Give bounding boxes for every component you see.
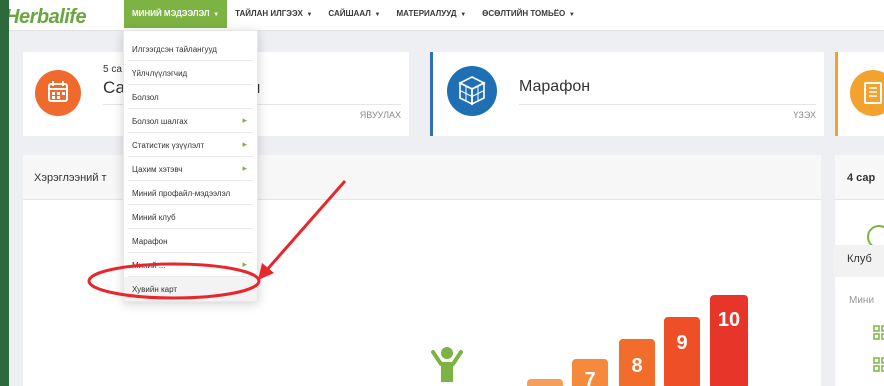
step-7: 7 <box>572 359 608 386</box>
menu-item-my-more[interactable]: Миний ... ▸ <box>124 253 257 277</box>
app-window: BOT Herbalife МИНИЙ МЭДЭЭЛЭЛ ▼ ТАЙЛАН ИЛ… <box>9 0 884 386</box>
step-10: 10 <box>710 295 748 386</box>
chevron-right-icon: ▸ <box>242 259 247 269</box>
step-8: 8 <box>619 339 655 386</box>
menu-item-marathon[interactable]: Марафон <box>124 229 257 253</box>
step-label: 10 <box>718 309 740 331</box>
menu-item-label: Миний профайл-мэдээлэл <box>132 189 231 198</box>
menu-item-check-conditions[interactable]: Болзол шалгах ▸ <box>124 109 257 133</box>
menu-item-label: Илгээгдсэн тайлангууд <box>132 45 217 54</box>
menu-item-my-profile[interactable]: Миний профайл-мэдээлэл <box>124 181 257 205</box>
menu-item-label: Цахим хэтэвч <box>132 165 183 174</box>
chevron-right-icon: ▸ <box>242 115 247 125</box>
step-bar <box>527 379 563 386</box>
my-info-dropdown-menu: Илгээгдсэн тайлангууд Үйлчлүүлэгчид Болз… <box>123 30 258 302</box>
menu-item-label: Болзол шалгах <box>132 117 188 126</box>
menu-item-label: Үйлчлүүлэгчид <box>132 69 188 78</box>
menu-item-personal-card[interactable]: Хувийн карт <box>124 277 257 301</box>
step-label: 9 <box>676 332 687 354</box>
step-9: 9 <box>664 317 700 386</box>
step-label: 7 <box>584 369 595 386</box>
menu-item-label: Миний клуб <box>132 213 176 222</box>
menu-item-label: Миний ... <box>132 261 166 270</box>
menu-item-my-club[interactable]: Миний клуб <box>124 205 257 229</box>
menu-item-label: Болзол <box>132 93 159 102</box>
menu-item-customers[interactable]: Үйлчлүүлэгчид <box>124 61 257 85</box>
menu-item-sent-reports[interactable]: Илгээгдсэн тайлангууд <box>124 37 257 61</box>
menu-item-e-wallet[interactable]: Цахим хэтэвч ▸ <box>124 157 257 181</box>
menu-item-label: Хувийн карт <box>132 285 178 294</box>
chevron-right-icon: ▸ <box>242 163 247 173</box>
menu-item-statistics[interactable]: Статистик үзүүлэлт ▸ <box>124 133 257 157</box>
step-label: 8 <box>631 355 642 377</box>
chevron-right-icon: ▸ <box>242 139 247 149</box>
menu-item-label: Марафон <box>132 237 168 246</box>
menu-item-label: Статистик үзүүлэлт <box>132 141 205 150</box>
window-frame-left <box>0 0 9 386</box>
menu-item-conditions[interactable]: Болзол <box>124 85 257 109</box>
person-icon <box>431 347 463 382</box>
